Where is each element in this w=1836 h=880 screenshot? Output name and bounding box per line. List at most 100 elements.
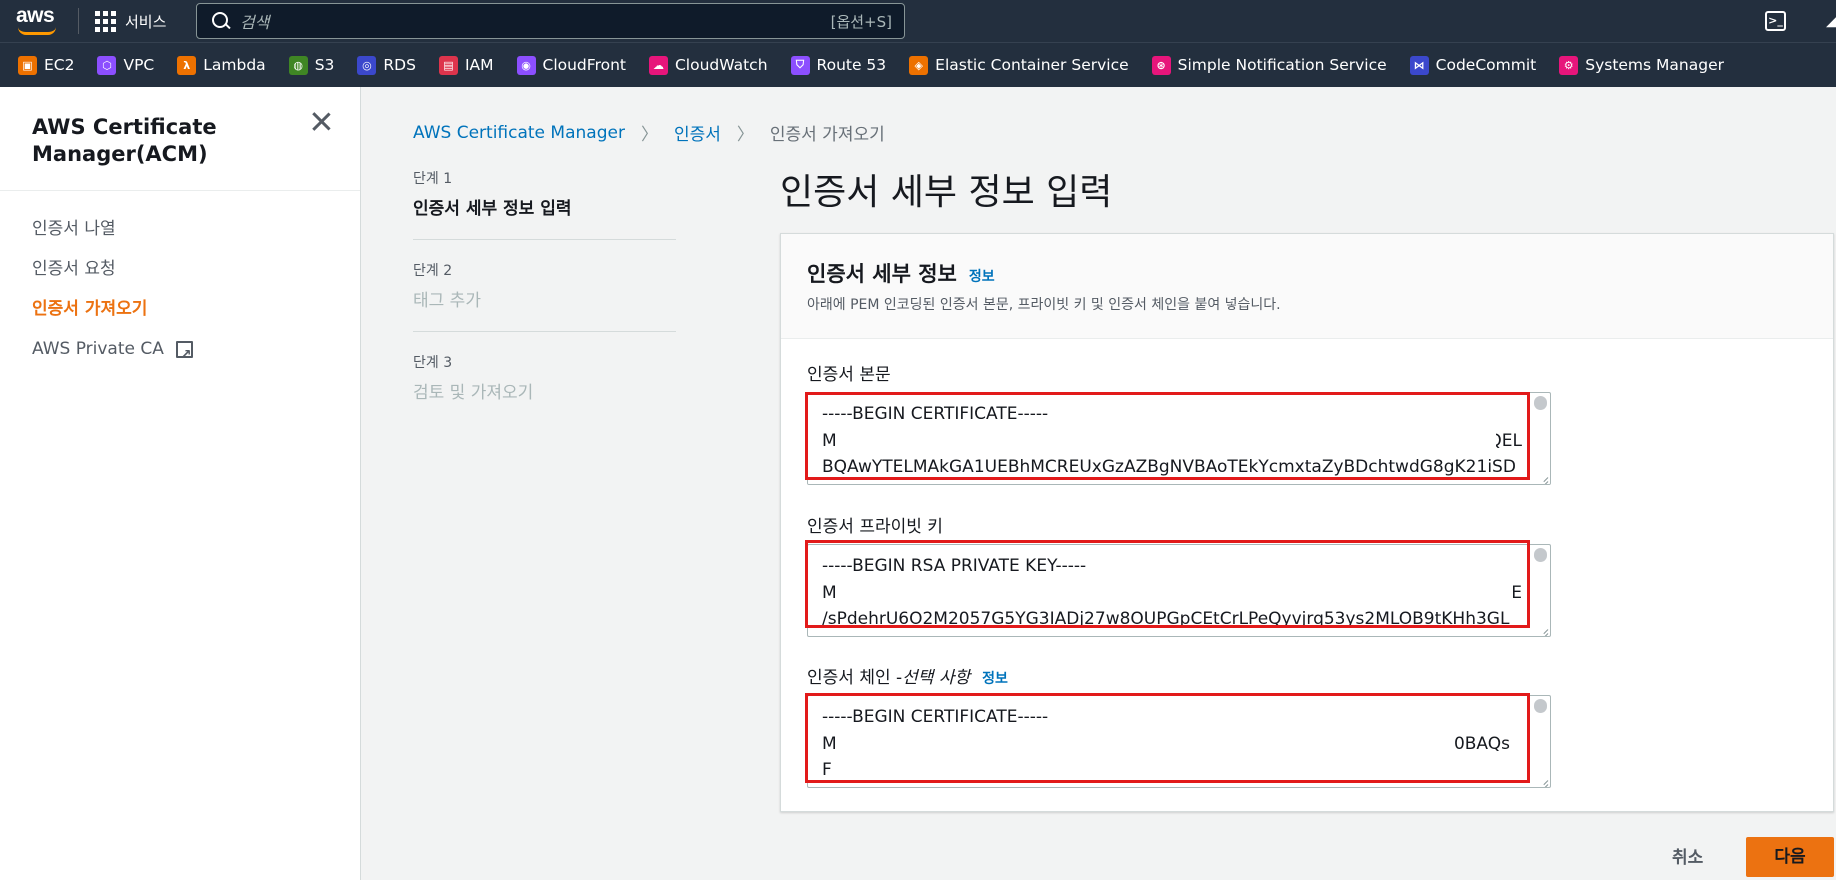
sidebar-title[interactable]: AWS Certificate Manager(ACM) bbox=[32, 114, 292, 168]
resize-handle-icon[interactable] bbox=[1537, 774, 1548, 785]
certificate-body-textarea[interactable]: -----BEGIN CERTIFICATE----- M QEL BQAwYTE… bbox=[807, 392, 1551, 485]
panel-description: 아래에 PEM 인코딩된 인증서 본문, 프라이빗 키 및 인증서 체인을 붙여… bbox=[807, 297, 1281, 313]
grid-icon bbox=[95, 10, 116, 32]
favorite-lambda[interactable]: λ Lambda bbox=[177, 55, 266, 75]
wizard-steps: 단계 1 인증서 세부 정보 입력 단계 2 태그 추가 단계 3 검토 및 가… bbox=[413, 168, 676, 443]
sidebar-item-list-certificates[interactable]: 인증서 나열 bbox=[32, 209, 193, 249]
divider bbox=[78, 8, 79, 34]
ec2-icon: ▣ bbox=[18, 55, 37, 75]
info-link[interactable]: 정보 bbox=[982, 668, 1008, 688]
external-link-icon bbox=[175, 335, 193, 375]
cloudfront-icon: ◉ bbox=[516, 55, 536, 75]
pem-fragment: M bbox=[822, 582, 837, 603]
private-key-textarea[interactable]: -----BEGIN RSA PRIVATE KEY----- ME /sPde… bbox=[807, 544, 1551, 637]
certificate-chain-label: 인증서 체인 - 선택 사항 정보 bbox=[807, 663, 1008, 688]
close-icon[interactable] bbox=[311, 111, 331, 131]
favorite-codecommit[interactable]: ⋈ CodeCommit bbox=[1409, 55, 1537, 75]
resize-handle-icon[interactable] bbox=[1537, 623, 1548, 634]
step-number: 단계 2 bbox=[413, 263, 453, 279]
panel-heading-text: 인증서 세부 정보 bbox=[807, 262, 957, 286]
favorite-ecs[interactable]: ◈ Elastic Container Service bbox=[909, 55, 1129, 75]
favorite-cloudfront[interactable]: ◉ CloudFront bbox=[516, 55, 626, 75]
sidebar-nav: 인증서 나열 인증서 요청 인증서 가져오기 AWS Private CA bbox=[32, 209, 193, 375]
pem-fragment: M bbox=[822, 430, 837, 451]
optional-label: 선택 사항 bbox=[902, 668, 971, 688]
favorite-rds[interactable]: ◎ RDS bbox=[357, 55, 416, 75]
info-link[interactable]: 정보 bbox=[969, 266, 995, 286]
side-navigation: AWS Certificate Manager(ACM) 인증서 나열 인증서 … bbox=[0, 87, 361, 880]
sidebar-item-private-ca[interactable]: AWS Private CA bbox=[32, 329, 193, 375]
pem-fragment: M bbox=[822, 733, 837, 754]
scrollbar[interactable] bbox=[1534, 548, 1547, 562]
notifications-icon[interactable]: ◢ bbox=[1826, 9, 1836, 30]
favorite-label: RDS bbox=[383, 56, 416, 74]
pem-line: -----BEGIN CERTIFICATE----- bbox=[822, 404, 1049, 424]
services-label: 서비스 bbox=[125, 12, 167, 31]
step-name: 태그 추가 bbox=[413, 291, 481, 311]
pem-line: -----BEGIN CERTIFICATE----- bbox=[822, 707, 1049, 727]
certificate-body-label: 인증서 본문 bbox=[807, 365, 891, 385]
cloudwatch-icon: ☁ bbox=[648, 55, 668, 75]
resize-handle-icon[interactable] bbox=[1537, 471, 1548, 482]
favorite-s3[interactable]: ◍ S3 bbox=[288, 55, 335, 75]
aws-logo[interactable]: aws bbox=[0, 0, 70, 42]
chevron-right-icon: 〉 bbox=[640, 125, 658, 145]
certificate-details-panel: 인증서 세부 정보 정보 아래에 PEM 인코딩된 인증서 본문, 프라이빗 키… bbox=[780, 233, 1834, 812]
favorite-iam[interactable]: ▤ IAM bbox=[438, 55, 494, 75]
favorite-vpc[interactable]: ⬡ VPC bbox=[97, 55, 155, 75]
next-button[interactable]: 다음 bbox=[1746, 837, 1834, 877]
services-menu-button[interactable]: 서비스 bbox=[95, 10, 167, 32]
codecommit-icon: ⋈ bbox=[1409, 55, 1429, 75]
favorite-label: VPC bbox=[123, 56, 155, 74]
divider bbox=[0, 190, 360, 191]
step-number: 단계 3 bbox=[413, 355, 453, 371]
redaction bbox=[838, 730, 1438, 785]
redaction bbox=[808, 477, 1550, 484]
favorite-label: Route 53 bbox=[816, 56, 887, 74]
panel-heading: 인증서 세부 정보 정보 bbox=[807, 258, 995, 288]
scrollbar[interactable] bbox=[1534, 699, 1547, 713]
favorite-label: CodeCommit bbox=[1435, 56, 1537, 74]
breadcrumb-certificates[interactable]: 인증서 bbox=[674, 120, 721, 145]
cloudshell-icon[interactable]: >_ bbox=[1765, 11, 1786, 31]
sidebar-item-request-certificate[interactable]: 인증서 요청 bbox=[32, 249, 193, 289]
sns-icon: ⊛ bbox=[1151, 55, 1171, 75]
favorite-cloudwatch[interactable]: ☁ CloudWatch bbox=[648, 55, 768, 75]
favorite-route53[interactable]: ⛉ Route 53 bbox=[790, 55, 887, 75]
favorite-label: CloudFront bbox=[542, 56, 626, 74]
certificate-chain-textarea[interactable]: -----BEGIN CERTIFICATE----- M 0BAQs F bbox=[807, 695, 1551, 788]
search-shortcut: [옵션+S] bbox=[830, 12, 892, 31]
s3-icon: ◍ bbox=[288, 55, 308, 75]
favorite-label: S3 bbox=[314, 56, 335, 74]
route53-icon: ⛉ bbox=[790, 55, 810, 75]
panel-header: 인증서 세부 정보 정보 아래에 PEM 인코딩된 인증서 본문, 프라이빗 키… bbox=[781, 234, 1833, 339]
scrollbar[interactable] bbox=[1534, 396, 1547, 410]
breadcrumb: AWS Certificate Manager 〉 인증서 〉 인증서 가져오기 bbox=[413, 120, 885, 146]
ecs-icon: ◈ bbox=[909, 55, 929, 75]
favorite-sns[interactable]: ⊛ Simple Notification Service bbox=[1151, 55, 1387, 75]
redaction bbox=[838, 579, 1513, 607]
page-title: 인증서 세부 정보 입력 bbox=[780, 172, 1113, 213]
breadcrumb-acm[interactable]: AWS Certificate Manager bbox=[413, 123, 625, 143]
favorite-ec2[interactable]: ▣ EC2 bbox=[18, 55, 75, 75]
step-number: 단계 1 bbox=[413, 171, 453, 187]
wizard-step-2: 단계 2 태그 추가 bbox=[413, 260, 676, 332]
vpc-icon: ⬡ bbox=[97, 55, 117, 75]
search-icon bbox=[212, 12, 230, 30]
search-input[interactable]: 검색 [옵션+S] bbox=[196, 3, 905, 39]
cancel-button[interactable]: 취소 bbox=[1672, 843, 1703, 868]
favorite-label: Simple Notification Service bbox=[1177, 56, 1387, 74]
favorite-label: CloudWatch bbox=[674, 56, 768, 74]
rds-icon: ◎ bbox=[357, 55, 377, 75]
sidebar-item-import-certificate[interactable]: 인증서 가져오기 bbox=[32, 289, 193, 329]
favorite-label: Elastic Container Service bbox=[935, 56, 1129, 74]
favorite-label: IAM bbox=[464, 56, 494, 74]
aws-smile-icon bbox=[18, 27, 56, 35]
breadcrumb-current: 인증서 가져오기 bbox=[769, 125, 885, 145]
favorite-label: EC2 bbox=[44, 56, 75, 74]
sidebar-item-label: AWS Private CA bbox=[32, 339, 164, 359]
redaction bbox=[838, 427, 1496, 455]
iam-icon: ▤ bbox=[438, 55, 458, 75]
pem-line: -----BEGIN RSA PRIVATE KEY----- bbox=[822, 556, 1087, 576]
favorite-systems-manager[interactable]: ⚙ Systems Manager bbox=[1559, 55, 1724, 75]
